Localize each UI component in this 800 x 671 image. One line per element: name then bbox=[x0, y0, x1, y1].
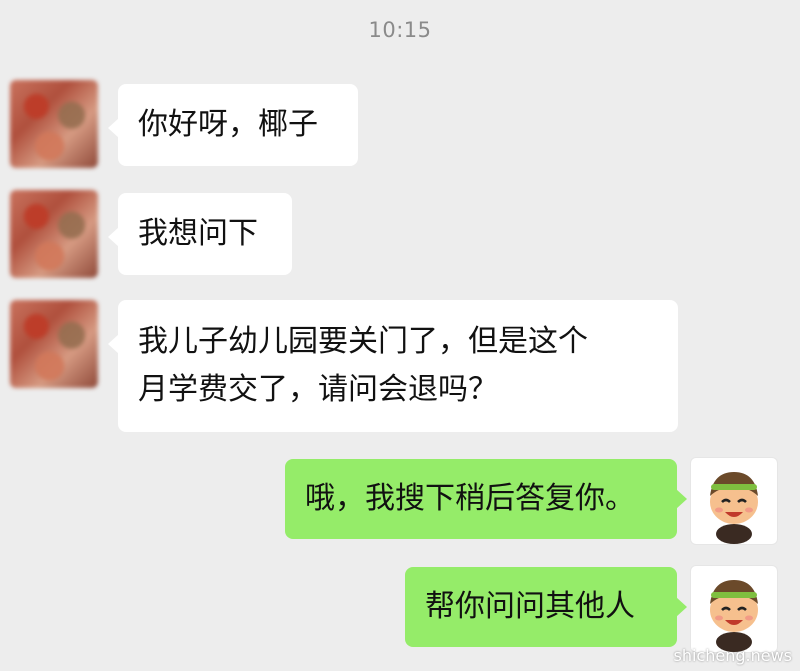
watermark: shicheng.news bbox=[673, 646, 793, 665]
message-text-line: 我儿子幼儿园要关门了，但是这个 bbox=[138, 324, 588, 359]
incoming-message-bubble[interactable]: 你好呀，椰子 bbox=[108, 84, 358, 166]
outgoing-avatar[interactable] bbox=[690, 457, 778, 545]
outgoing-message-bubble[interactable]: 帮你问问其他人 bbox=[405, 567, 687, 647]
cartoon-boy-avatar-icon bbox=[710, 580, 758, 652]
cartoon-boy-avatar-icon bbox=[710, 472, 758, 544]
incoming-avatar[interactable] bbox=[10, 300, 98, 388]
incoming-message-bubble[interactable]: 我儿子幼儿园要关门了，但是这个 月学费交了，请问会退吗？ bbox=[108, 300, 678, 432]
message-text: 哦，我搜下稍后答复你。 bbox=[305, 481, 635, 516]
message-text: 帮你问问其他人 bbox=[425, 589, 635, 624]
incoming-message-bubble[interactable]: 我想问下 bbox=[108, 193, 292, 275]
outgoing-message-bubble[interactable]: 哦，我搜下稍后答复你。 bbox=[285, 459, 687, 539]
message-text: 你好呀，椰子 bbox=[138, 107, 318, 142]
outgoing-avatar[interactable] bbox=[690, 565, 778, 653]
incoming-avatar[interactable] bbox=[10, 190, 98, 278]
incoming-avatar[interactable] bbox=[10, 80, 98, 168]
message-text: 我想问下 bbox=[138, 216, 258, 251]
chat-timestamp: 10:15 bbox=[368, 18, 432, 42]
message-text-line: 月学费交了，请问会退吗？ bbox=[138, 372, 498, 407]
